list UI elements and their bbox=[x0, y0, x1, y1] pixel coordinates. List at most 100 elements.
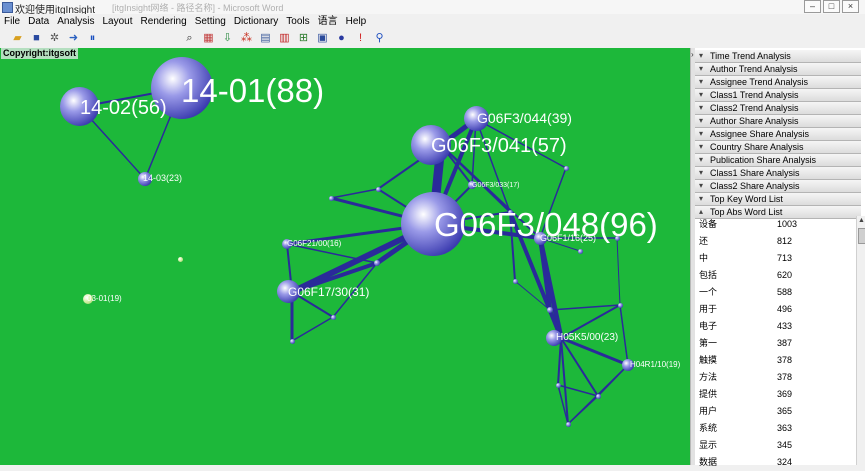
list-item[interactable]: 用户 365 bbox=[695, 403, 855, 420]
chart-icon[interactable]: ▥ bbox=[278, 32, 291, 45]
open-icon[interactable]: ▰ bbox=[11, 32, 24, 45]
graph-node-small[interactable] bbox=[329, 196, 334, 201]
close-button[interactable]: × bbox=[842, 0, 859, 13]
graph-node-14-02-label: 14-02(56) bbox=[80, 97, 167, 119]
graph-node-small[interactable] bbox=[564, 166, 569, 171]
section-publication-share[interactable]: ▾ Publication Share Analysis bbox=[695, 154, 861, 167]
list-item[interactable]: 提供 369 bbox=[695, 386, 855, 403]
section-top-key-word-list[interactable]: ▾ Top Key Word List bbox=[695, 193, 861, 206]
save-icon[interactable]: ■ bbox=[30, 32, 43, 45]
chevron-down-icon: ▾ bbox=[699, 77, 704, 86]
menu-rendering[interactable]: Rendering bbox=[137, 14, 191, 29]
graph-node-g06f17-30-label: G06F17/30(31) bbox=[288, 285, 370, 299]
list-item[interactable]: 还 812 bbox=[695, 233, 855, 250]
list-item[interactable]: 第一 387 bbox=[695, 335, 855, 352]
import-icon[interactable]: ⇩ bbox=[221, 32, 234, 45]
chevron-down-icon: ▾ bbox=[699, 168, 704, 177]
section-class1-trend[interactable]: ▾ Class1 Trend Analysis bbox=[695, 89, 861, 102]
chevron-down-icon: ▾ bbox=[699, 194, 704, 203]
graph-node-small[interactable] bbox=[566, 422, 571, 427]
graph-node-small[interactable] bbox=[290, 339, 295, 344]
graph-node-g06f3-044-label: G06F3/044(39) bbox=[477, 110, 572, 126]
chevron-down-icon: ▾ bbox=[699, 181, 704, 190]
chevron-down-icon: ▾ bbox=[699, 155, 704, 164]
graph-node-g06f21-00-label: G06F21/00(16) bbox=[287, 239, 342, 248]
section-author-share[interactable]: ▾ Author Share Analysis bbox=[695, 115, 861, 128]
menu-file[interactable]: File bbox=[0, 14, 24, 29]
collapse-arrow-icon[interactable]: › bbox=[691, 50, 694, 59]
menu-bar: File Data Analysis Layout Rendering Sett… bbox=[0, 14, 865, 29]
search-icon[interactable]: ⌕ bbox=[183, 32, 196, 45]
graph-node-small[interactable] bbox=[556, 383, 561, 388]
globe-icon[interactable]: ● bbox=[335, 32, 348, 45]
graph-node-small[interactable] bbox=[578, 249, 583, 254]
cluster-icon[interactable]: ⁂ bbox=[240, 32, 253, 45]
menu-analysis[interactable]: Analysis bbox=[53, 14, 98, 29]
graph-node-small[interactable] bbox=[596, 394, 601, 399]
maximize-button[interactable]: □ bbox=[823, 0, 840, 13]
next-icon[interactable]: ➜ bbox=[67, 32, 80, 45]
graph-node-h04r1-10-label: H04R1/10(19) bbox=[630, 360, 681, 369]
section-author-trend[interactable]: ▾ Author Trend Analysis bbox=[695, 63, 861, 76]
list-item[interactable]: 系统 363 bbox=[695, 420, 855, 437]
toolbar: ▰ ■ ✲ ➜ ⏸ ⌕ ▦ ⇩ ⁂ ▤ ▥ ⊞ ▣ ● ǃ ⚲ bbox=[0, 30, 865, 49]
graph-node-small[interactable] bbox=[376, 187, 381, 192]
scroll-up-icon[interactable]: ▲ bbox=[857, 216, 865, 225]
chevron-down-icon: ▾ bbox=[699, 116, 704, 125]
graph-node-small[interactable] bbox=[618, 303, 623, 308]
marker-icon[interactable]: ǃ bbox=[354, 32, 367, 45]
list-item[interactable]: 数据 324 bbox=[695, 454, 855, 471]
scrollbar-thumb[interactable] bbox=[858, 228, 865, 244]
app-icon bbox=[2, 2, 13, 13]
title-bar: 欢迎使用itgInsight [itgInsight网络 - 路径名称] - M… bbox=[0, 0, 865, 16]
pause-icon[interactable]: ⏸ bbox=[86, 32, 99, 45]
copyright-label: Copyright:itgsoft bbox=[1, 48, 78, 59]
report-icon[interactable]: ▣ bbox=[316, 32, 329, 45]
chevron-down-icon: ▾ bbox=[699, 142, 704, 151]
menu-setting[interactable]: Setting bbox=[191, 14, 230, 29]
word-list: 设备 1003 还 812 中 713 包括 620 一个 588 用于 496 电子 433… bbox=[695, 216, 855, 467]
graph-node-small[interactable] bbox=[513, 279, 518, 284]
section-assignee-share[interactable]: ▾ Assignee Share Analysis bbox=[695, 128, 861, 141]
chevron-down-icon: ▾ bbox=[699, 129, 704, 138]
graph-node-small[interactable] bbox=[547, 307, 553, 313]
menu-help[interactable]: Help bbox=[342, 14, 371, 29]
table-icon[interactable]: ▤ bbox=[259, 32, 272, 45]
list-item[interactable]: 方法 378 bbox=[695, 369, 855, 386]
section-class2-share[interactable]: ▾ Class2 Share Analysis bbox=[695, 180, 861, 193]
chevron-down-icon: ▾ bbox=[699, 90, 704, 99]
graph-node-g06f3-041-label: G06F3/041(57) bbox=[431, 135, 567, 157]
graph-node-g06f1-16-label: G06F1/16(25) bbox=[540, 233, 597, 243]
graph-node-small[interactable] bbox=[331, 315, 336, 320]
list-item[interactable]: 触摸 378 bbox=[695, 352, 855, 369]
graph-node-small[interactable] bbox=[178, 257, 183, 262]
list-item[interactable]: 显示 345 bbox=[695, 437, 855, 454]
grid-icon[interactable]: ▦ bbox=[202, 32, 215, 45]
menu-tools[interactable]: Tools bbox=[282, 14, 313, 29]
list-item[interactable]: 用于 496 bbox=[695, 301, 855, 318]
section-time-trend[interactable]: ▾ Time Trend Analysis bbox=[695, 50, 861, 63]
graph-node-03-01-label: 03-01(19) bbox=[87, 294, 122, 303]
menu-dictionary[interactable]: Dictionary bbox=[230, 14, 282, 29]
list-item[interactable]: 中 713 bbox=[695, 250, 855, 267]
menu-language[interactable]: 语言 bbox=[314, 14, 342, 29]
menu-data[interactable]: Data bbox=[24, 14, 53, 29]
chevron-down-icon: ▾ bbox=[699, 103, 704, 112]
minimize-button[interactable]: – bbox=[804, 0, 821, 13]
section-country-share[interactable]: ▾ Country Share Analysis bbox=[695, 141, 861, 154]
graph-node-small[interactable] bbox=[374, 260, 380, 266]
export-icon[interactable]: ⊞ bbox=[297, 32, 310, 45]
menu-layout[interactable]: Layout bbox=[99, 14, 137, 29]
network-graph-canvas[interactable]: Copyright:itgsoft 14-01(88) 14-02(56) 14… bbox=[0, 48, 690, 465]
person-icon[interactable]: ⚲ bbox=[373, 32, 386, 45]
section-class2-trend[interactable]: ▾ Class2 Trend Analysis bbox=[695, 102, 861, 115]
section-assignee-trend[interactable]: ▾ Assignee Trend Analysis bbox=[695, 76, 861, 89]
list-item[interactable]: 电子 433 bbox=[695, 318, 855, 335]
section-class1-share[interactable]: ▾ Class1 Share Analysis bbox=[695, 167, 861, 180]
word-list-scrollbar[interactable]: ▲ bbox=[856, 216, 865, 465]
list-item[interactable]: 一个 588 bbox=[695, 284, 855, 301]
graph-node-14-03-label: 14-03(23) bbox=[143, 173, 183, 183]
list-item[interactable]: 设备 1003 bbox=[695, 216, 855, 233]
settings-icon[interactable]: ✲ bbox=[48, 32, 61, 45]
list-item[interactable]: 包括 620 bbox=[695, 267, 855, 284]
